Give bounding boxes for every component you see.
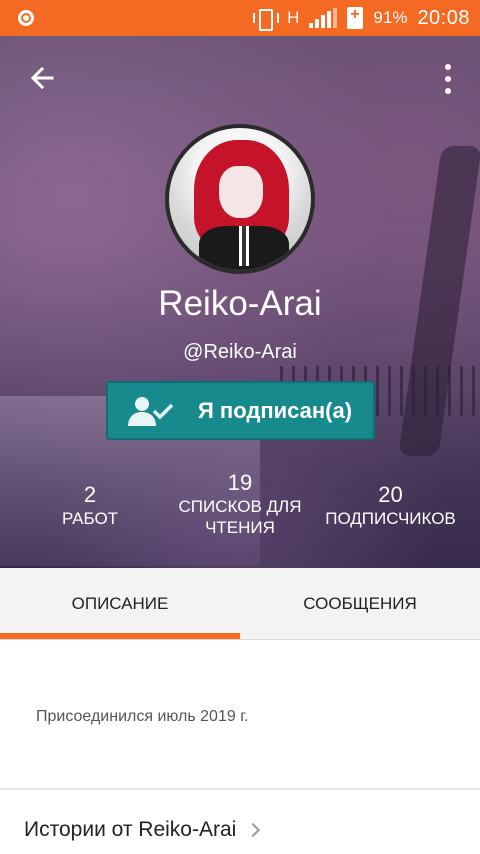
tab-messages[interactable]: СООБЩЕНИЯ <box>240 568 480 640</box>
following-button[interactable]: Я подписан(а) <box>106 381 375 440</box>
stat-label: ПОДПИСЧИКОВ <box>325 509 456 528</box>
stories-section-header[interactable]: Истории от Reiko-Arai <box>24 818 261 842</box>
stat-reading-lists[interactable]: 19 СПИСКОВ ДЛЯ ЧТЕНИЯ <box>165 470 315 538</box>
following-button-label: Я подписан(а) <box>198 397 353 423</box>
profile-stats: 2 РАБОТ 19 СПИСКОВ ДЛЯ ЧТЕНИЯ 20 ПОДПИСЧ… <box>0 466 480 566</box>
avatar <box>165 124 315 274</box>
signal-icon <box>309 8 338 28</box>
back-arrow-icon[interactable] <box>26 62 58 94</box>
person-check-icon <box>126 394 174 428</box>
stat-label: РАБОТ <box>61 509 119 528</box>
profile-username: @Reiko-Arai <box>183 341 297 363</box>
stat-works[interactable]: 2 РАБОТ <box>50 482 130 529</box>
battery-icon <box>347 6 364 29</box>
stories-title: Истории от Reiko-Arai <box>24 818 237 841</box>
joined-date: Присоединился июль 2019 г. <box>36 708 249 725</box>
stat-value: 19 <box>227 470 253 495</box>
clock: 20:08 <box>417 6 470 29</box>
status-bar: H 91% 20:08 <box>0 0 480 36</box>
profile-tabs: ОПИСАНИЕ СООБЩЕНИЯ <box>0 568 480 640</box>
battery-level: 91% <box>373 8 408 27</box>
stat-value: 2 <box>83 482 97 507</box>
vibrate-icon <box>251 8 280 31</box>
stat-value: 20 <box>378 482 403 507</box>
chevron-right-icon <box>246 822 261 838</box>
stat-followers[interactable]: 20 ПОДПИСЧИКОВ <box>318 482 463 529</box>
divider <box>0 788 480 790</box>
notification-icon <box>18 10 34 26</box>
tab-about[interactable]: ОПИСАНИЕ <box>0 568 240 640</box>
profile-header: Reiko-Arai @Reiko-Arai Я подписан(а) 2 Р… <box>0 36 480 568</box>
stat-label: СПИСКОВ ДЛЯ ЧТЕНИЯ <box>178 497 302 537</box>
status-icons: H 91% 20:08 <box>251 0 470 36</box>
more-vert-icon[interactable] <box>442 64 454 94</box>
network-type: H <box>287 8 300 27</box>
tab-active-indicator <box>0 633 240 639</box>
profile-display-name: Reiko-Arai <box>158 284 322 323</box>
